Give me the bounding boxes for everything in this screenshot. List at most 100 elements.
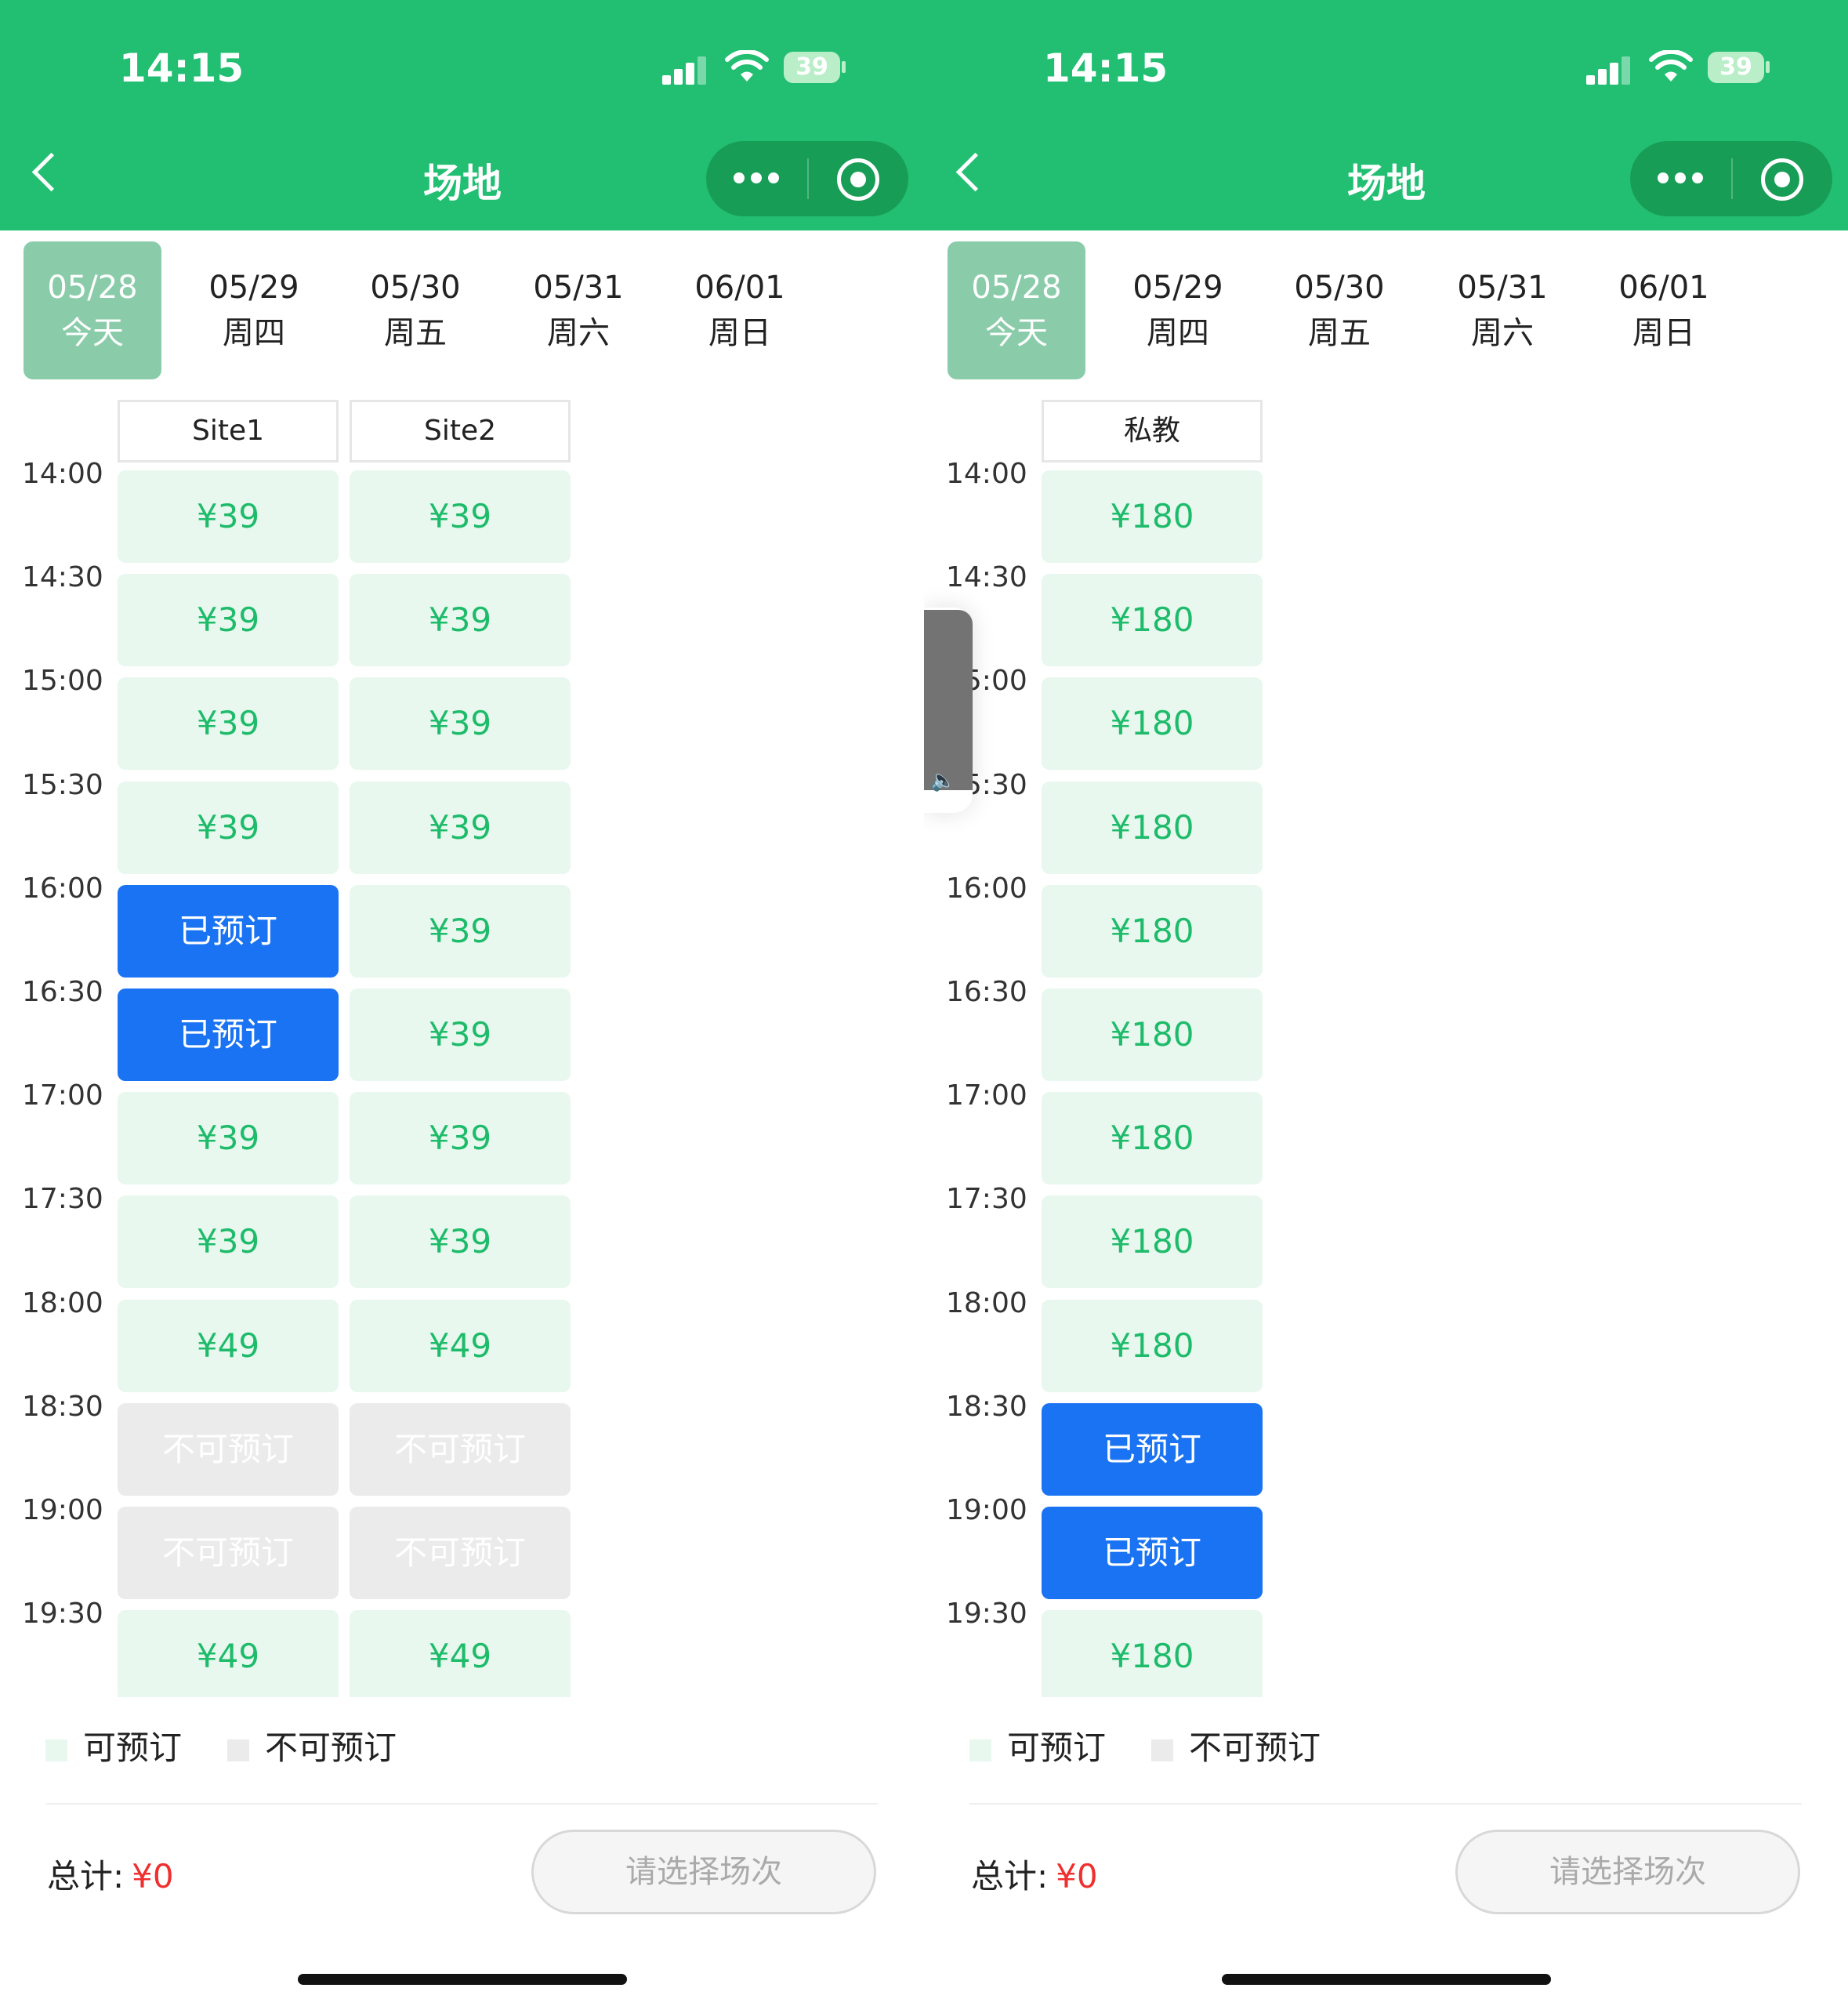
column-header: Site2 — [350, 400, 571, 463]
slot-available[interactable]: ¥39 — [350, 677, 571, 771]
submit-button[interactable]: 请选择场次 — [531, 1830, 876, 1914]
slot-unavailable: 不可预订 — [350, 1507, 571, 1599]
slot-unavailable: 不可预订 — [118, 1507, 339, 1599]
battery-cap — [842, 61, 846, 73]
time-label: 17:30 — [22, 1183, 103, 1216]
slot-available[interactable]: ¥180 — [1042, 1299, 1263, 1392]
time-label: 16:30 — [22, 976, 103, 1008]
slot-available[interactable]: ¥180 — [1042, 1195, 1263, 1289]
date-text: 05/30 — [370, 270, 461, 306]
column-header: Site1 — [118, 400, 339, 463]
phone-screen-left: 14:15 39 场地 05/28 今天 05/29 周四 05/30 周五 05/31 周六… — [0, 0, 924, 2006]
close-miniprogram-icon[interactable] — [837, 158, 879, 201]
date-tab[interactable]: 05/29 周四 — [185, 241, 323, 379]
weekday-text: 周日 — [708, 315, 771, 351]
weekday-text: 周六 — [1471, 315, 1534, 351]
weekday-text: 周六 — [547, 315, 610, 351]
more-icon[interactable] — [1658, 169, 1705, 188]
slot-available[interactable]: ¥39 — [118, 470, 339, 563]
floating-audio-widget[interactable]: 🔈 — [924, 608, 973, 813]
slot-available[interactable]: ¥49 — [350, 1610, 571, 1697]
date-tab[interactable]: 05/30 周五 — [346, 241, 484, 379]
date-selector: 05/28 今天 05/29 周四 05/30 周五 05/31 周六 06/01 周日 — [0, 241, 924, 383]
battery-cap — [1766, 61, 1770, 73]
date-text: 05/31 — [533, 270, 624, 306]
slot-available[interactable]: ¥39 — [350, 470, 571, 563]
slot-available[interactable]: ¥180 — [1042, 884, 1263, 978]
time-label: 14:00 — [22, 458, 103, 490]
slot-available[interactable]: ¥180 — [1042, 988, 1263, 1081]
close-miniprogram-icon[interactable] — [1761, 158, 1803, 201]
slot-available[interactable]: ¥49 — [350, 1299, 571, 1392]
wifi-icon — [725, 50, 769, 82]
weekday-text: 周四 — [223, 315, 285, 351]
slot-available[interactable]: ¥180 — [1042, 677, 1263, 771]
time-label: 19:30 — [22, 1598, 103, 1631]
date-text: 05/30 — [1294, 270, 1385, 306]
legend-swatch-available — [969, 1739, 991, 1761]
date-text: 06/01 — [694, 270, 785, 306]
signal-icon — [662, 55, 709, 85]
date-tab[interactable]: 05/29 周四 — [1109, 241, 1247, 379]
time-label: 14:00 — [946, 458, 1027, 490]
slot-unavailable: 不可预订 — [118, 1402, 339, 1496]
date-tab[interactable]: 05/30 周五 — [1270, 241, 1408, 379]
date-tab[interactable]: 06/01 周日 — [671, 241, 809, 379]
slot-available[interactable]: ¥39 — [350, 1092, 571, 1185]
date-text: 05/29 — [208, 270, 299, 306]
total-amount: ¥0 — [1056, 1857, 1098, 1895]
battery-icon: 39 — [1708, 52, 1764, 83]
slot-available[interactable]: ¥180 — [1042, 1610, 1263, 1697]
date-text: 05/28 — [47, 270, 138, 306]
date-tab[interactable]: 05/31 周六 — [509, 241, 647, 379]
slot-available[interactable]: ¥39 — [350, 884, 571, 978]
date-text: 05/31 — [1457, 270, 1548, 306]
battery-icon: 39 — [784, 52, 840, 83]
divider — [45, 1803, 878, 1805]
slot-available[interactable]: ¥180 — [1042, 574, 1263, 667]
slot-available[interactable]: ¥39 — [118, 1092, 339, 1185]
slot-available[interactable]: ¥39 — [350, 988, 571, 1081]
time-label: 18:30 — [22, 1390, 103, 1423]
weekday-text: 周四 — [1147, 315, 1209, 351]
time-label: 19:30 — [946, 1598, 1027, 1631]
time-label: 17:00 — [946, 1079, 1027, 1112]
time-label: 16:00 — [946, 872, 1027, 905]
slot-available[interactable]: ¥39 — [118, 574, 339, 667]
more-icon[interactable] — [734, 169, 781, 188]
date-text: 06/01 — [1618, 270, 1709, 306]
divider — [969, 1803, 1802, 1805]
slot-available[interactable]: ¥39 — [118, 1195, 339, 1289]
submit-button[interactable]: 请选择场次 — [1455, 1830, 1800, 1914]
phone-screen-right: 14:15 39 场地 05/28 今天 05/29 周四 05/30 周五 05/31 周六… — [924, 0, 1848, 2006]
date-tab[interactable]: 05/28 今天 — [948, 241, 1085, 379]
legend-available: 可预订 — [45, 1721, 182, 1769]
legend-swatch-available — [45, 1739, 67, 1761]
slot-booked: 已预订 — [1042, 1507, 1263, 1599]
time-label: 18:30 — [946, 1390, 1027, 1423]
date-tab[interactable]: 06/01 周日 — [1595, 241, 1733, 379]
slot-available[interactable]: ¥180 — [1042, 781, 1263, 874]
legend-label: 可预订 — [83, 1728, 183, 1767]
slot-available[interactable]: ¥180 — [1042, 470, 1263, 563]
legend-swatch-unavailable — [1151, 1739, 1173, 1761]
slot-available[interactable]: ¥49 — [118, 1299, 339, 1392]
date-tab[interactable]: 05/28 今天 — [24, 241, 161, 379]
status-time: 14:15 — [119, 45, 245, 91]
date-selector: 05/28 今天 05/29 周四 05/30 周五 05/31 周六 06/01 周日 — [924, 241, 1848, 383]
date-tab[interactable]: 05/31 周六 — [1433, 241, 1571, 379]
status-time: 14:15 — [1043, 45, 1169, 91]
slot-available[interactable]: ¥39 — [350, 1195, 571, 1289]
legend-label: 不可预订 — [1189, 1728, 1321, 1767]
slot-available[interactable]: ¥49 — [118, 1610, 339, 1697]
slot-available[interactable]: ¥39 — [118, 677, 339, 771]
slot-booked: 已预订 — [118, 988, 339, 1081]
time-label: 16:00 — [22, 872, 103, 905]
slot-available[interactable]: ¥39 — [350, 574, 571, 667]
weekday-text: 今天 — [61, 315, 124, 351]
slot-available[interactable]: ¥39 — [118, 781, 339, 874]
slot-available[interactable]: ¥39 — [350, 781, 571, 874]
slot-available[interactable]: ¥180 — [1042, 1092, 1263, 1185]
menu-capsule — [1630, 141, 1832, 216]
column-header: 私教 — [1042, 400, 1263, 463]
